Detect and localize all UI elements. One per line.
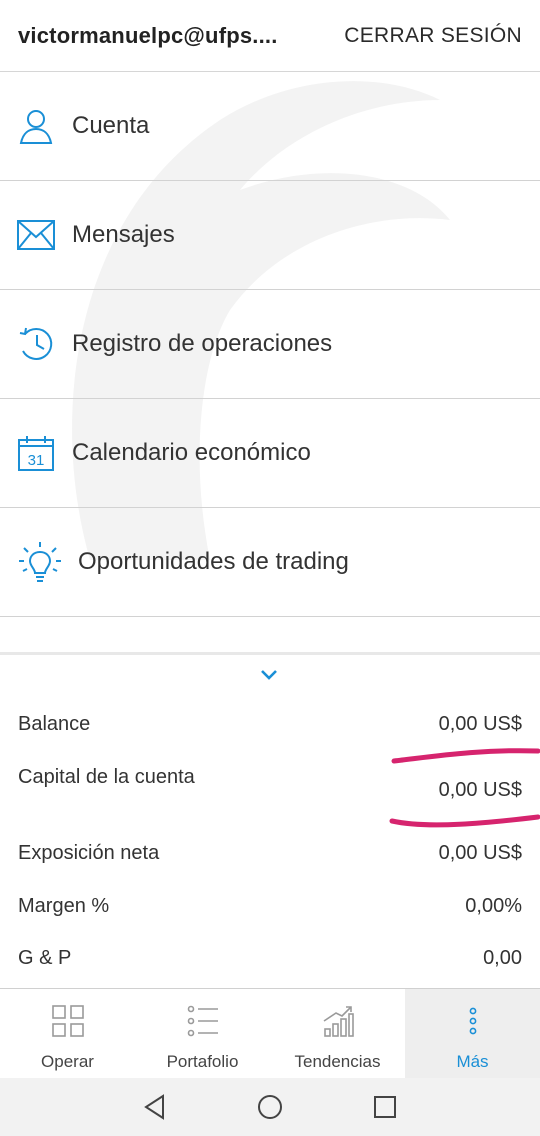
menu-item-oportunidades[interactable]: Oportunidades de trading: [0, 508, 540, 617]
envelope-icon: [16, 215, 56, 255]
summary-value: 0,00 US$: [438, 842, 522, 864]
tab-operar[interactable]: Operar: [0, 989, 135, 1078]
tab-mas[interactable]: Más: [405, 989, 540, 1078]
summary-label: Margen %: [18, 895, 110, 917]
summary-row-capital: Capital de la cuenta 0,00 US$: [18, 767, 522, 802]
menu-item-label: Registro de operaciones: [72, 330, 333, 357]
annotation-underline: [391, 748, 540, 764]
summary-label: Exposición neta: [18, 842, 160, 864]
summary-label: Balance: [18, 713, 91, 735]
trend-chart-icon: [322, 1005, 354, 1042]
grid-icon: [51, 1005, 84, 1042]
summary-row-exposicion: Exposición neta 0,00 US$: [18, 842, 522, 865]
tab-label: Tendencias: [294, 1052, 381, 1071]
calendar-icon: 31: [16, 433, 56, 473]
menu-item-mensajes[interactable]: Mensajes: [0, 181, 540, 290]
bottom-navigation: Operar Portafolio Tendencias Más: [0, 988, 540, 1078]
menu-partial-item: [0, 617, 540, 657]
calendar-day-number: 31: [28, 452, 45, 469]
logout-button[interactable]: CERRAR SESIÓN: [344, 24, 522, 48]
lightbulb-icon: [18, 542, 62, 582]
menu-item-label: Calendario económico: [72, 439, 311, 466]
back-icon[interactable]: [98, 1094, 213, 1120]
top-bar: victormanuelpc@ufps.... CERRAR SESIÓN: [0, 0, 540, 72]
menu-item-label: Mensajes: [72, 221, 175, 248]
summary-label: G & P: [18, 947, 72, 969]
more-dots-icon: [457, 1005, 489, 1042]
account-email: victormanuelpc@ufps....: [18, 22, 278, 48]
system-navigation-bar: [0, 1078, 540, 1136]
tab-portafolio[interactable]: Portafolio: [135, 989, 270, 1078]
summary-value: 0,00%: [465, 895, 522, 917]
tab-label: Operar: [41, 1052, 94, 1071]
summary-row-balance: Balance 0,00 US$: [18, 713, 522, 736]
chevron-down-icon[interactable]: [258, 667, 280, 686]
menu-item-cuenta[interactable]: Cuenta: [0, 72, 540, 181]
menu-item-registro[interactable]: Registro de operaciones: [0, 290, 540, 399]
menu-item-label: Oportunidades de trading: [78, 548, 349, 575]
tab-tendencias[interactable]: Tendencias: [270, 989, 405, 1078]
screen: victormanuelpc@ufps.... CERRAR SESIÓN Cu…: [0, 0, 540, 1136]
account-summary-panel: Balance 0,00 US$ Capital de la cuenta 0,…: [0, 652, 540, 988]
summary-value: 0,00 US$: [438, 713, 522, 735]
menu-item-calendario[interactable]: 31 Calendario económico: [0, 399, 540, 508]
more-menu: Cuenta Mensajes Registro de operaciones …: [0, 72, 540, 657]
home-icon[interactable]: [213, 1094, 328, 1120]
summary-value: 0,00: [483, 947, 522, 969]
tab-label: Portafolio: [166, 1052, 239, 1071]
tab-label: Más: [456, 1052, 489, 1071]
summary-label: Capital de la cuenta: [18, 766, 195, 788]
recents-icon[interactable]: [328, 1095, 443, 1119]
summary-row-margen: Margen % 0,00%: [18, 895, 522, 918]
history-icon: [16, 324, 56, 364]
menu-item-label: Cuenta: [72, 112, 150, 139]
list-icon: [187, 1005, 219, 1042]
annotation-underline: [389, 814, 540, 828]
user-icon: [16, 106, 56, 146]
summary-row-gp: G & P 0,00: [18, 947, 522, 970]
summary-value: 0,00 US$: [438, 779, 522, 801]
